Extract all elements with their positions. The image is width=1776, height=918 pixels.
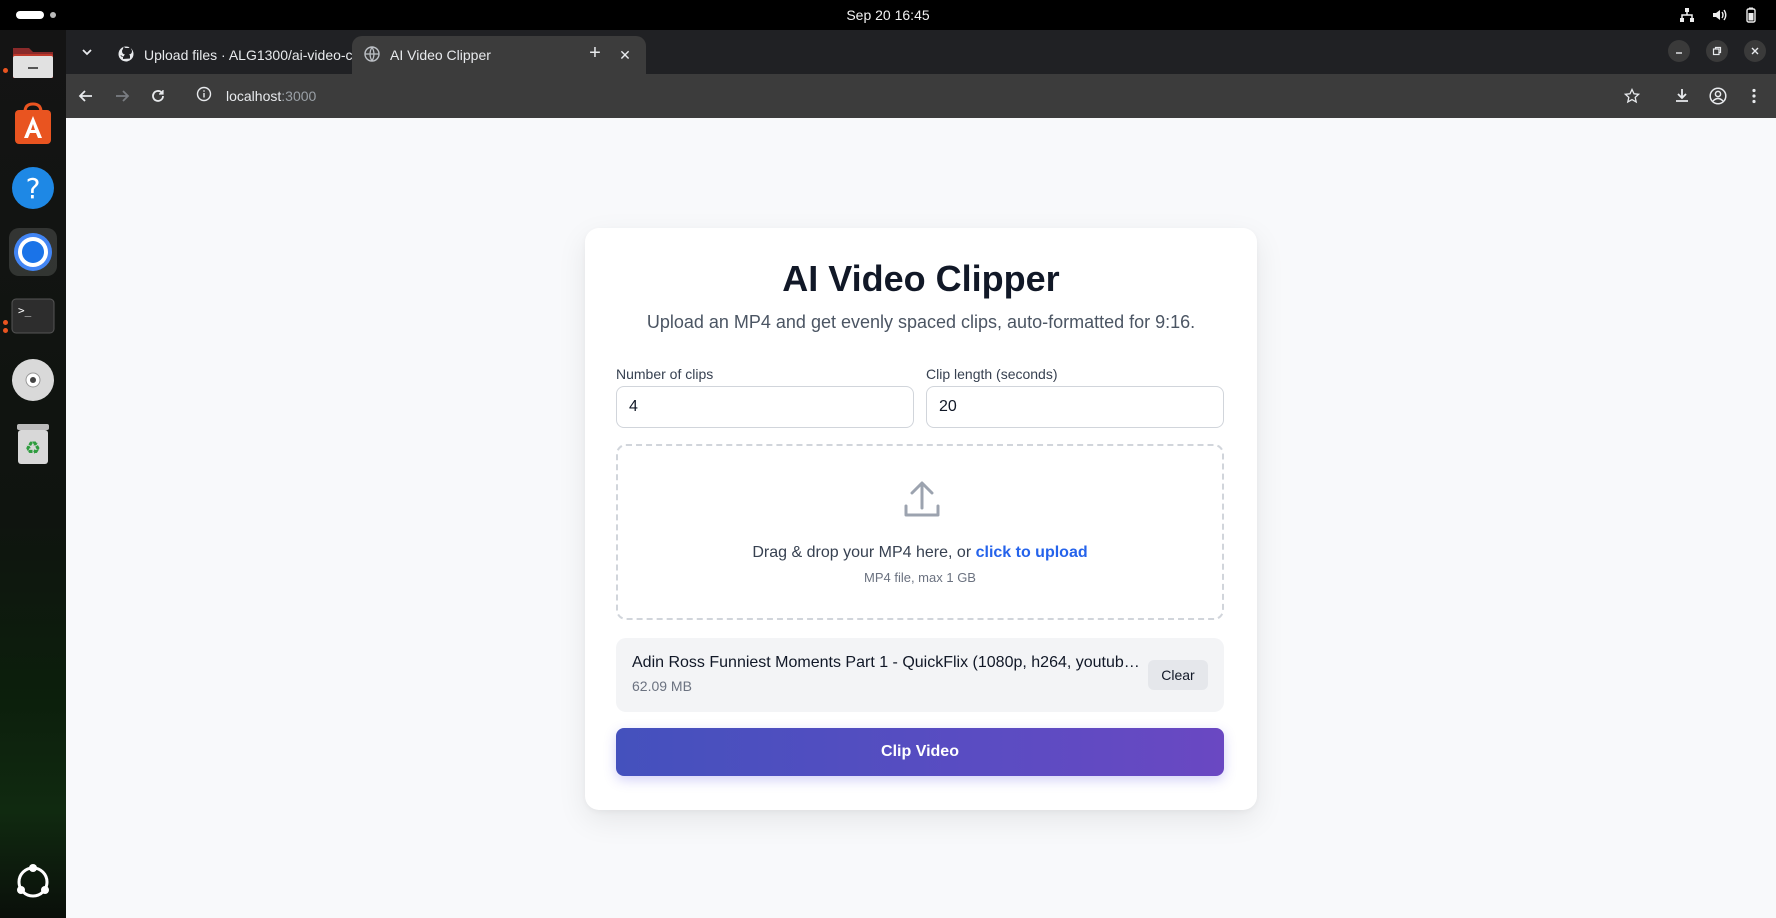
upload-dropzone[interactable]: Drag & drop your MP4 here, or click to u… [616,444,1224,620]
system-clock[interactable]: Sep 20 16:45 [846,7,929,23]
num-clips-label: Number of clips [616,366,714,382]
menu-kebab-icon[interactable] [1740,82,1768,110]
tab-strip: Upload files · ALG1300/ai-video-clipper … [66,30,1776,74]
clipper-card: AI Video Clipper Upload an MP4 and get e… [585,228,1257,810]
clip-length-input[interactable] [926,386,1224,428]
url-host: localhost [226,88,282,104]
dropzone-hint: MP4 file, max 1 GB [864,570,976,585]
dropzone-prompt: Drag & drop your MP4 here, or [752,544,972,561]
close-tab-icon[interactable]: ✕ [616,46,634,64]
browser-window: Upload files · ALG1300/ai-video-clipper … [66,30,1776,918]
svg-text:>_: >_ [18,304,32,317]
running-indicator [3,320,8,325]
network-icon[interactable] [1678,6,1696,24]
running-indicator [3,68,8,73]
clip-length-label: Clip length (seconds) [926,366,1058,382]
minimize-icon[interactable] [1668,40,1690,62]
file-name: Adin Ross Funniest Moments Part 1 - Quic… [632,654,1140,671]
download-icon[interactable] [1668,82,1696,110]
disc-icon[interactable] [9,356,57,404]
forward-icon[interactable] [108,82,136,110]
clip-video-button[interactable]: Clip Video [616,728,1224,776]
upload-icon [902,480,942,520]
chrome-icon[interactable] [9,228,57,276]
site-info-icon[interactable] [196,86,212,107]
page-title: AI Video Clipper [782,258,1060,299]
bookmark-star-icon[interactable] [1618,82,1646,110]
app-center-icon[interactable] [9,100,57,148]
file-size: 62.09 MB [632,678,692,694]
profile-icon[interactable] [1704,82,1732,110]
url-text: localhost:3000 [226,88,316,104]
svg-text:♻: ♻ [25,438,41,459]
running-indicator [3,328,8,333]
selected-file: Adin Ross Funniest Moments Part 1 - Quic… [616,638,1224,712]
ubuntu-dock: ? >_ ♻ [0,30,66,918]
new-tab-button[interactable]: + [582,40,608,66]
help-icon[interactable]: ? [9,164,57,212]
trash-icon[interactable]: ♻ [9,420,57,468]
click-to-upload-link[interactable]: click to upload [976,544,1088,561]
system-top-bar: Sep 20 16:45 [0,0,1776,30]
tab-search-button[interactable] [74,39,100,65]
close-window-icon[interactable] [1744,40,1766,62]
dropzone-text: Drag & drop your MP4 here, or click to u… [618,544,1222,562]
num-clips-input[interactable] [616,386,914,428]
show-apps-icon[interactable] [9,858,57,906]
files-icon[interactable] [9,38,57,86]
volume-icon[interactable] [1710,6,1728,24]
reload-icon[interactable] [144,82,172,110]
github-icon [118,46,134,65]
tab-title: Upload files · ALG1300/ai-video-clipper [144,47,368,63]
restore-icon[interactable] [1706,40,1728,62]
globe-icon [364,45,380,65]
back-icon[interactable] [72,82,100,110]
window-controls [1668,40,1766,62]
terminal-icon[interactable]: >_ [9,292,57,340]
page-subtitle: Upload an MP4 and get evenly spaced clip… [646,312,1196,332]
svg-text:?: ? [26,172,41,205]
address-bar[interactable]: localhost:3000 [182,80,1652,112]
system-tray[interactable] [1678,6,1760,24]
url-port: :3000 [281,88,317,104]
battery-icon[interactable] [1742,6,1760,24]
browser-toolbar: localhost:3000 [66,74,1776,118]
clear-file-button[interactable]: Clear [1148,660,1208,690]
page-viewport: AI Video Clipper Upload an MP4 and get e… [66,118,1776,918]
